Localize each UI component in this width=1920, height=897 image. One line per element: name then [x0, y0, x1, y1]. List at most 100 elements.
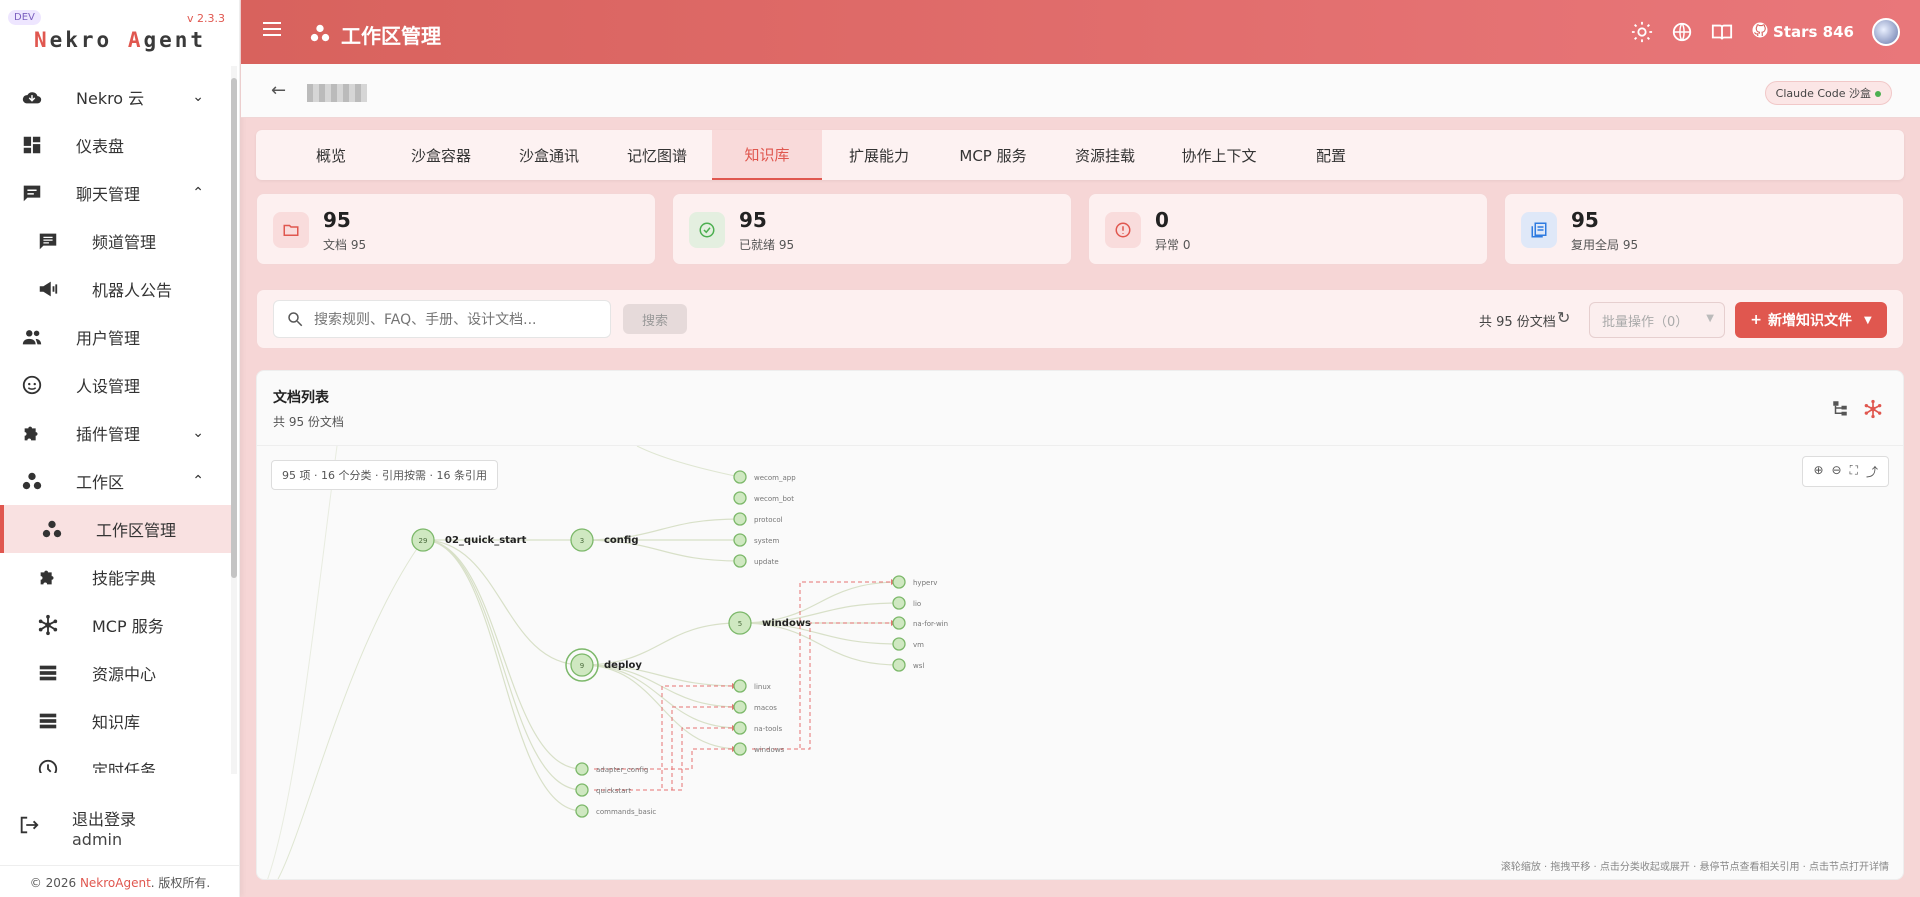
graph-node[interactable]	[892, 596, 906, 610]
face-icon	[20, 373, 44, 397]
sidebar-item-label: Nekro 云	[76, 89, 145, 108]
language-icon[interactable]	[1671, 21, 1693, 43]
sidebar-item-14[interactable]: 定时任务	[0, 745, 232, 773]
workspace-subbar: ← Claude Code 沙盒	[241, 64, 1920, 118]
graph-node-count: 3	[580, 537, 584, 545]
sidebar-item-label: 用户管理	[76, 329, 141, 348]
tab-7[interactable]: 资源挂载	[1050, 130, 1160, 180]
tab-9[interactable]: 配置	[1276, 130, 1386, 180]
sidebar-item-4[interactable]: 机器人公告	[0, 265, 232, 313]
username: admin	[72, 830, 123, 849]
graph-node-label: wecom_bot	[754, 495, 794, 503]
tab-6[interactable]: MCP 服务	[938, 130, 1048, 180]
sidebar-item-2[interactable]: 聊天管理 ⌃	[0, 169, 232, 217]
graph-node[interactable]	[733, 512, 747, 526]
graph-node-label: protocol	[754, 516, 783, 524]
tab-0[interactable]: 概览	[276, 130, 386, 180]
graph-edge	[739, 581, 900, 624]
cloud-download-icon	[20, 85, 44, 109]
workspace-tabs: 概览 沙盒容器 沙盒通讯 记忆图谱 知识库 扩展能力 MCP 服务 资源挂载 协作上下文 配置	[256, 130, 1904, 180]
stat-value: 0	[1155, 208, 1169, 232]
graph-node[interactable]	[892, 575, 906, 589]
sidebar-item-11[interactable]: MCP 服务	[0, 601, 232, 649]
footer-link[interactable]: NekroAgent	[80, 876, 151, 890]
stat-card-1: 95 已就绪 95	[672, 193, 1072, 265]
sidebar-item-10[interactable]: 技能字典	[0, 553, 232, 601]
graph-node[interactable]	[733, 491, 747, 505]
tab-5[interactable]: 扩展能力	[824, 130, 934, 180]
users-icon	[20, 325, 44, 349]
graph-node[interactable]	[733, 554, 747, 568]
sidebar-item-0[interactable]: Nekro 云 ⌄	[0, 73, 232, 121]
graph-node[interactable]	[733, 700, 747, 714]
share-icon[interactable]: ⤴	[1866, 463, 1878, 480]
graph-node[interactable]	[575, 762, 589, 776]
sidebar-item-5[interactable]: 用户管理	[0, 313, 232, 361]
stat-card-2: 0 异常 0	[1088, 193, 1488, 265]
refresh-icon[interactable]: ↻	[1557, 308, 1570, 327]
graph-node[interactable]	[892, 658, 906, 672]
graph-node[interactable]	[733, 742, 747, 756]
graph-node-label: commands_basic	[596, 808, 656, 816]
docs-book-icon[interactable]	[1711, 21, 1733, 43]
graph-node[interactable]	[575, 804, 589, 818]
menu-toggle-icon[interactable]	[263, 22, 281, 36]
theme-toggle-icon[interactable]	[1631, 21, 1653, 43]
graph-node-label: config	[604, 535, 639, 546]
search-input[interactable]	[314, 309, 594, 331]
tree-view-icon[interactable]	[1831, 399, 1849, 423]
workspace-icon	[40, 517, 64, 541]
reference-edge	[594, 685, 732, 791]
graph-canvas[interactable]: 29 02_quick_start 3 config 5 windows 9 deploy we…	[257, 445, 1904, 880]
knowledge-graph[interactable]: 29 02_quick_start 3 config 5 windows 9 deploy we…	[257, 445, 1904, 880]
sidebar-item-3[interactable]: 频道管理	[0, 217, 232, 265]
tab-2[interactable]: 沙盒通讯	[494, 130, 604, 180]
scrollbar-thumb[interactable]	[231, 78, 237, 578]
search-field[interactable]	[273, 300, 611, 338]
puzzle-icon	[20, 421, 44, 445]
sidebar-item-label: 人设管理	[76, 377, 141, 396]
logout-button[interactable]: 退出登录 admin	[0, 800, 240, 860]
tab-4[interactable]: 知识库	[712, 130, 822, 180]
stat-value: 95	[739, 208, 767, 232]
graph-node[interactable]	[733, 721, 747, 735]
graph-edge	[581, 664, 741, 729]
reference-edge	[594, 727, 732, 791]
sidebar-item-9[interactable]: 工作区管理	[0, 505, 232, 553]
graph-node-label: na-for-win	[913, 620, 948, 628]
zoom-in-icon[interactable]: ⊕	[1813, 463, 1823, 480]
graph-node[interactable]	[575, 783, 589, 797]
tab-8[interactable]: 协作上下文	[1164, 130, 1274, 180]
github-stars[interactable]: Stars 846	[1751, 21, 1854, 43]
sidebar-item-6[interactable]: 人设管理	[0, 361, 232, 409]
graph-node[interactable]	[892, 616, 906, 630]
graph-view-icon[interactable]	[1863, 399, 1883, 423]
check-circle-icon	[689, 212, 725, 248]
graph-node[interactable]	[733, 470, 747, 484]
sidebar-item-8[interactable]: 工作区 ⌃	[0, 457, 232, 505]
channel-icon	[36, 229, 60, 253]
graph-node-label: vm	[913, 641, 924, 649]
add-knowledge-file-button[interactable]: + 新增知识文件 ▼	[1735, 302, 1887, 338]
brand-logo[interactable]: Nekro Agent	[0, 28, 240, 52]
graph-node[interactable]	[733, 533, 747, 547]
dashboard-icon	[20, 133, 44, 157]
fit-view-icon[interactable]: ⛶	[1850, 463, 1858, 480]
search-icon	[286, 310, 304, 332]
zoom-out-icon[interactable]: ⊖	[1832, 463, 1842, 480]
tab-3[interactable]: 记忆图谱	[602, 130, 712, 180]
sidebar-scrollbar[interactable]	[231, 66, 237, 774]
sidebar-item-12[interactable]: 资源中心	[0, 649, 232, 697]
search-button[interactable]: 搜索	[623, 304, 687, 334]
back-arrow-icon[interactable]: ←	[271, 80, 286, 101]
avatar[interactable]	[1872, 18, 1900, 46]
tab-1[interactable]: 沙盒容器	[386, 130, 496, 180]
sidebar-item-1[interactable]: 仪表盘	[0, 121, 232, 169]
stars-count: Stars 846	[1773, 23, 1854, 41]
sidebar-item-13[interactable]: 知识库	[0, 697, 232, 745]
graph-node[interactable]	[892, 637, 906, 651]
batch-actions-select[interactable]: 批量操作（0） ▼	[1589, 302, 1725, 338]
graph-node[interactable]	[733, 679, 747, 693]
stat-label: 文档 95	[323, 238, 367, 252]
sidebar-item-7[interactable]: 插件管理 ⌄	[0, 409, 232, 457]
